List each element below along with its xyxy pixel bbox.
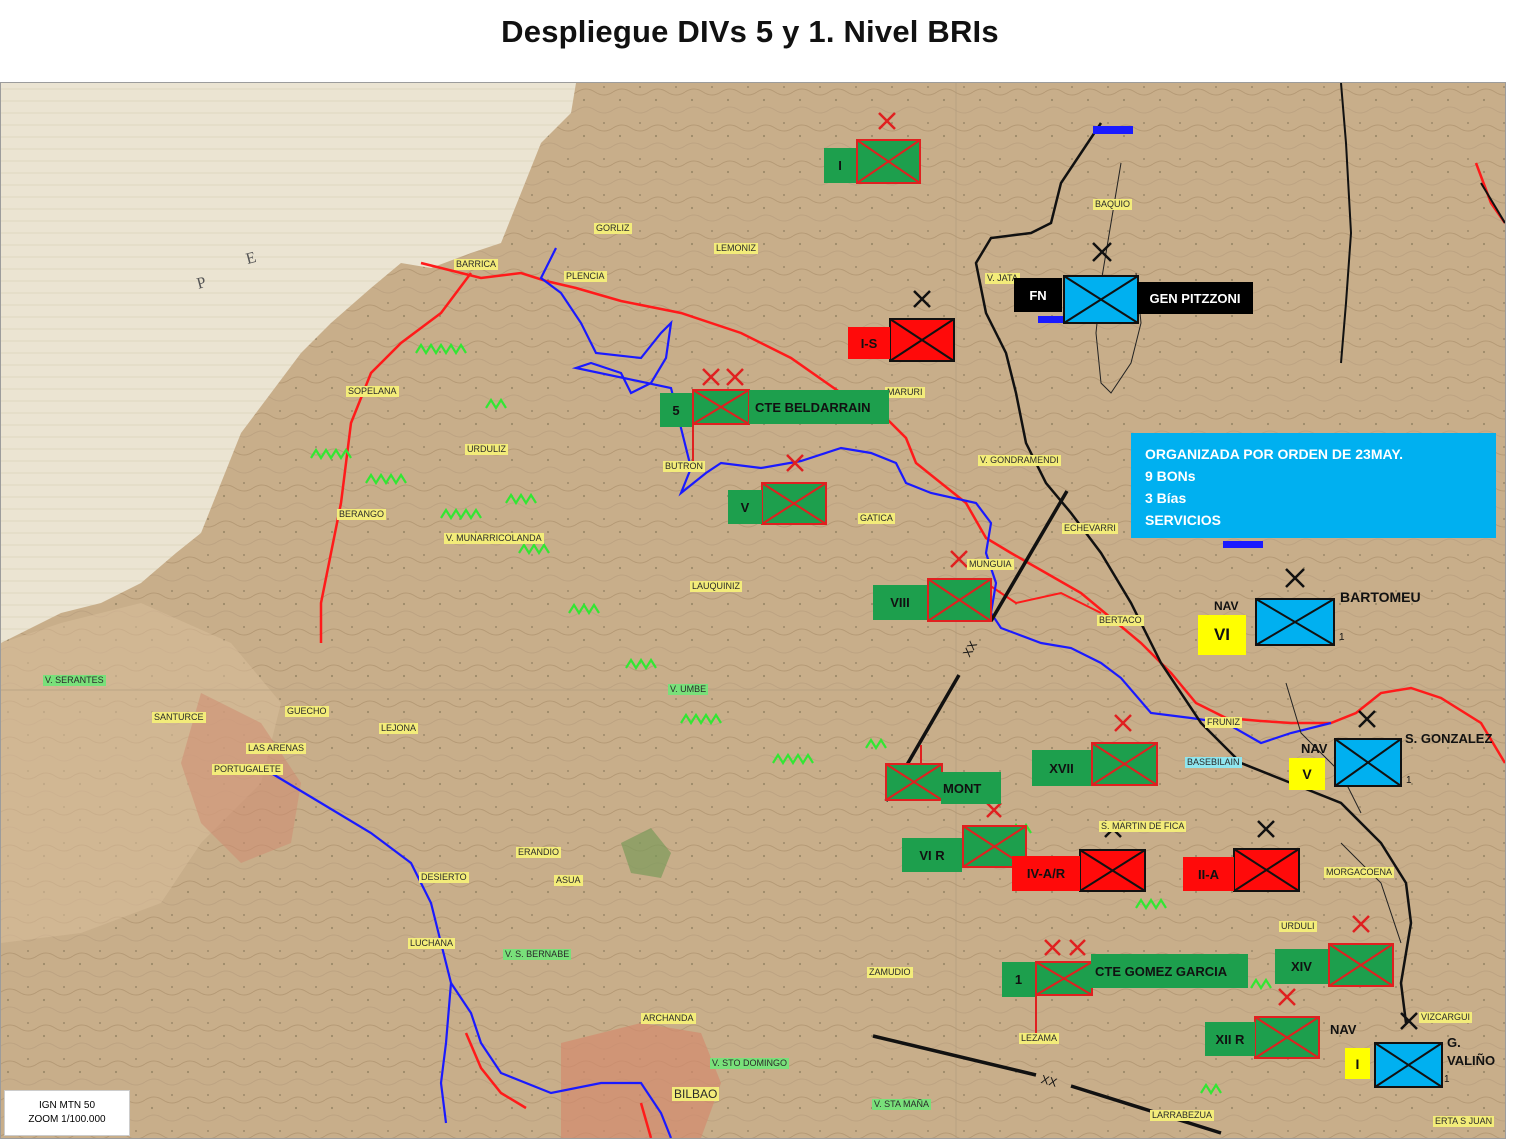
place-maruri: MARURI (885, 387, 925, 398)
unit-label-i-yellow: I (1345, 1048, 1370, 1079)
place-s-bernabe: V. S. BERNABE (503, 949, 572, 960)
bilbao-urban (561, 1023, 721, 1138)
unit-label-one-v: 1 (1406, 775, 1412, 786)
unit-label-vi-r: VI R (902, 838, 962, 872)
place-s-martin-fica: S. MARTIN DE FICA (1099, 821, 1187, 832)
place-morgacoena: MORGACOENA (1324, 867, 1395, 878)
info-line-3: 3 Bías (1145, 490, 1187, 506)
place-munarricolanda: V. MUNARRICOLANDA (444, 533, 544, 544)
info-line-4: SERVICIOS (1145, 512, 1221, 528)
page-title: Despliegue DIVs 5 y 1. Nivel BRIs (501, 14, 999, 49)
unit-label-vi-yellow: VI (1198, 615, 1246, 655)
place-gondramendi: V. GONDRAMENDI (978, 455, 1061, 466)
place-butron: BUTRON (663, 461, 705, 472)
unit-label-one-i: 1 (1444, 1074, 1450, 1085)
source-box: IGN MTN 50 ZOOM 1/100.000 (4, 1090, 130, 1136)
place-gorliz: GORLIZ (594, 223, 632, 234)
info-line-2: 9 BONs (1145, 468, 1196, 484)
unit-label-xvii: XVII (1032, 750, 1091, 786)
place-santurce: SANTURCE (152, 712, 206, 723)
unit-label-s-gonzalez: S. GONZALEZ (1405, 731, 1493, 746)
place-zamudio: ZAMUDIO (867, 967, 913, 978)
place-bertaco: BERTACO (1097, 615, 1144, 626)
unit-label-viii: VIII (873, 585, 927, 620)
place-archanda: ARCHANDA (641, 1013, 696, 1024)
unit-label-nav-v: NAV (1301, 741, 1328, 756)
unit-label-cte-gomez-garcia: CTE GOMEZ GARCIA (1091, 954, 1248, 988)
place-sopelana: SOPELANA (346, 386, 399, 397)
unit-label-fn: FN (1014, 278, 1062, 312)
place-serantes: V. SERANTES (43, 675, 106, 686)
place-sto-domingo: V. STO DOMINGO (710, 1058, 790, 1069)
source-line-1: IGN MTN 50 (38, 1100, 96, 1111)
unit-label-div1: 1 (1002, 962, 1035, 997)
place-fruniz: FRUNIZ (1205, 717, 1242, 728)
unit-label-xiv: XIV (1275, 949, 1328, 984)
unit-label-g-valino: G. VALIÑO (1447, 1035, 1496, 1068)
place-berango: BERANGO (337, 509, 387, 520)
place-urduliz: URDULIZ (465, 444, 509, 455)
unit-label-gen-pitzzoni: GEN PITZZONI (1137, 282, 1253, 314)
unit-label-v-yellow: V (1289, 758, 1325, 790)
place-plencia: PLENCIA (564, 271, 607, 282)
place-guecho: GUECHO (285, 706, 329, 717)
place-las-arenas: LAS ARENAS (246, 743, 307, 754)
unit-label-iv-ar: IV-A/R (1012, 856, 1080, 891)
unit-label-div5: 5 (660, 393, 692, 427)
info-line-1: ORGANIZADA POR ORDEN DE 23MAY. (1145, 446, 1404, 462)
unit-label-ii-a: II-A (1183, 857, 1234, 891)
unit-label-nav-i: NAV (1330, 1022, 1357, 1037)
place-bilbao: BILBAO (672, 1087, 720, 1101)
place-urduli: URDULI (1279, 921, 1317, 932)
unit-label-is: I-S (848, 327, 890, 359)
info-box: ORGANIZADA POR ORDEN DE 23MAY. 9 BONs 3 … (1131, 433, 1496, 538)
place-luchana: LUCHANA (408, 938, 456, 949)
blue-mark-1 (1093, 126, 1133, 134)
place-erandio: ERANDIO (516, 847, 562, 858)
place-gatica: GATICA (858, 513, 895, 524)
place-desierto: DESIERTO (419, 872, 469, 883)
source-line-2: ZOOM 1/100.000 (28, 1114, 106, 1125)
place-vizcargui: VIZCARGUI (1419, 1012, 1473, 1023)
place-errta-s-juan: ERTA S JUAN (1433, 1116, 1495, 1127)
blue-mark-2 (1038, 316, 1063, 323)
place-lemoniz: LEMONIZ (714, 243, 759, 254)
place-sta-marina: V. STA MAÑA (872, 1099, 932, 1110)
place-munguia: MUNGUIA (967, 559, 1014, 570)
place-lauquiniz: LAUQUINIZ (690, 581, 743, 592)
place-asua: ASUA (554, 875, 583, 886)
place-portugalete: PORTUGALETE (212, 764, 283, 775)
place-echevarri: ECHEVARRI (1062, 523, 1118, 534)
place-lejona: LEJONA (379, 723, 419, 734)
unit-label-i-top: I (824, 148, 856, 183)
unit-label-nav-vi: NAV (1214, 599, 1239, 613)
unit-label-v-left: V (728, 490, 762, 524)
unit-label-cte-beldarrain: CTE BELDARRAIN (749, 390, 889, 424)
place-umbe: V. UMBE (668, 684, 709, 695)
blue-mark-3 (1223, 541, 1263, 548)
unit-label-bartomeu: BARTOMEU (1340, 589, 1421, 605)
unit-label-xii-r: XII R (1205, 1022, 1255, 1056)
place-barrica: BARRICA (454, 259, 499, 270)
place-basebilain: BASEBILAIN (1185, 757, 1242, 768)
unit-label-one-vi: 1 (1339, 632, 1345, 643)
unit-label-mont: MONT (941, 772, 1001, 804)
place-lezama: LEZAMA (1019, 1033, 1060, 1044)
place-baquio: BAQUIO (1093, 199, 1133, 210)
place-larrabezua: LARRABEZUA (1150, 1110, 1215, 1121)
